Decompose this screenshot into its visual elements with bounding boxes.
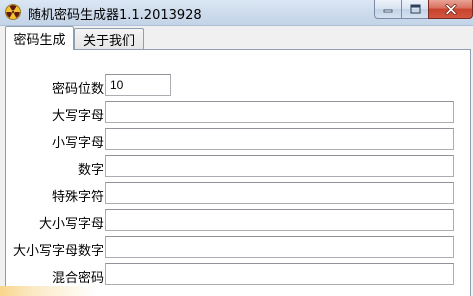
- label-digits: 数字: [77, 163, 104, 178]
- row-uppercase: 大写字母: [6, 101, 472, 125]
- label-mixed-case-digits: 大小写字母数字: [12, 244, 104, 259]
- tab-about-us[interactable]: 关于我们: [74, 28, 144, 49]
- label-password-length: 密码位数: [51, 82, 104, 97]
- decorative-glow: [0, 286, 160, 296]
- minimize-button[interactable]: [374, 0, 401, 19]
- row-password-length: 密码位数: [6, 74, 472, 98]
- label-special-chars: 特殊字符: [51, 190, 104, 205]
- label-mixed-case: 大小写字母: [38, 217, 104, 232]
- close-button[interactable]: [428, 0, 473, 19]
- row-digits: 数字: [6, 155, 472, 179]
- row-special: 特殊字符: [6, 182, 472, 206]
- special-chars-output[interactable]: [105, 182, 454, 204]
- radiation-icon: [5, 4, 21, 20]
- app-window: 随机密码生成器1.1.2013928 密码生成 关于我们 密码位数 10 大写字…: [0, 0, 473, 296]
- row-lowercase: 小写字母: [6, 128, 472, 152]
- title-bar[interactable]: 随机密码生成器1.1.2013928: [0, 0, 473, 26]
- digits-output[interactable]: [105, 155, 454, 177]
- tab-password-generate[interactable]: 密码生成: [5, 26, 74, 50]
- tab-panel: 密码位数 大写字母 小写字母 数字 特殊字符 大小写字母 大小写字母数字: [5, 49, 471, 296]
- row-mixed-case: 大小写字母: [6, 209, 472, 233]
- label-lowercase: 小写字母: [51, 136, 104, 151]
- label-mixed-password: 混合密码: [51, 271, 104, 286]
- mixed-password-output[interactable]: [105, 263, 454, 285]
- caption-buttons: [374, 0, 473, 20]
- lowercase-output[interactable]: [105, 128, 454, 150]
- row-mixed: 混合密码: [6, 263, 472, 287]
- uppercase-output[interactable]: [105, 101, 454, 123]
- minimize-icon: [383, 9, 393, 13]
- password-length-input[interactable]: [105, 74, 171, 96]
- window-title: 随机密码生成器1.1.2013928: [28, 8, 202, 23]
- maximize-icon: [410, 4, 420, 14]
- mixed-case-output[interactable]: [105, 209, 454, 231]
- close-icon: [445, 3, 456, 15]
- mixed-case-digits-output[interactable]: [105, 236, 454, 258]
- row-mixed-case-digits: 大小写字母数字: [6, 236, 472, 260]
- maximize-button[interactable]: [401, 0, 428, 19]
- tab-strip: 密码生成 关于我们: [0, 26, 473, 50]
- label-uppercase: 大写字母: [51, 109, 104, 124]
